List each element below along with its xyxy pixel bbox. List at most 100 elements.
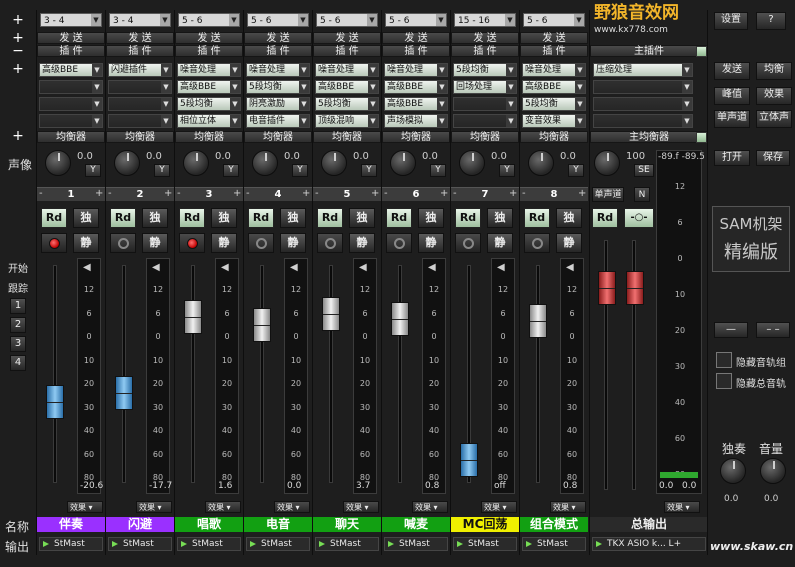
- pan-knob[interactable]: [390, 150, 416, 176]
- pan-knob[interactable]: [252, 150, 278, 176]
- effect-button[interactable]: 效果: [756, 87, 792, 105]
- track-group-button-3[interactable]: 3: [10, 336, 26, 352]
- master-name[interactable]: 总输出: [590, 517, 708, 532]
- pan-knob[interactable]: [528, 150, 554, 176]
- plugin-slot[interactable]: 5段均衡 ▼: [315, 97, 379, 111]
- pan-y-button[interactable]: Y: [430, 164, 446, 177]
- effect-select[interactable]: 效果 ▾: [205, 501, 241, 513]
- channel-name[interactable]: 闪避: [106, 517, 174, 532]
- plugin-slot[interactable]: ▼: [453, 114, 517, 128]
- channel-prev-button[interactable]: -: [315, 188, 319, 199]
- input-routing-select[interactable]: 15 - 16 ▼: [454, 13, 516, 27]
- send-header[interactable]: 发 送: [175, 32, 243, 44]
- output-select[interactable]: StMast: [453, 537, 517, 551]
- send-header[interactable]: 发 送: [382, 32, 450, 44]
- input-routing-select[interactable]: 5 - 6 ▼: [178, 13, 240, 27]
- channel-next-button[interactable]: +: [509, 188, 517, 199]
- eq-header[interactable]: 均衡器: [382, 131, 450, 143]
- channel-next-button[interactable]: +: [95, 188, 103, 199]
- output-select[interactable]: StMast: [108, 537, 172, 551]
- eq-header[interactable]: 均衡器: [175, 131, 243, 143]
- master-link-button[interactable]: -○-: [624, 208, 654, 228]
- record-arm-button[interactable]: [317, 233, 343, 253]
- master-eq-enable[interactable]: [696, 132, 707, 143]
- solo-volume-knob[interactable]: [720, 458, 746, 484]
- master-plugin-slot[interactable]: ▼: [593, 80, 693, 94]
- send-header[interactable]: 发 送: [244, 32, 312, 44]
- pan-y-button[interactable]: Y: [361, 164, 377, 177]
- channel-name[interactable]: 电音: [244, 517, 312, 532]
- plugin-header[interactable]: 插 件: [520, 45, 588, 57]
- master-mono-button[interactable]: 单声道: [592, 187, 624, 202]
- channel-prev-button[interactable]: -: [246, 188, 250, 199]
- eq-header[interactable]: 均衡器: [244, 131, 312, 143]
- plugin-slot[interactable]: 闪避插件 ▼: [108, 63, 172, 77]
- channel-next-button[interactable]: +: [164, 188, 172, 199]
- record-arm-button[interactable]: [179, 233, 205, 253]
- plugin-slot[interactable]: 5段均衡 ▼: [246, 80, 310, 94]
- master-fader-right[interactable]: [626, 271, 644, 305]
- settings-button[interactable]: 设置: [714, 12, 748, 30]
- plugin-slot[interactable]: 电音插件 ▼: [246, 114, 310, 128]
- master-n-button[interactable]: N: [634, 187, 650, 202]
- send-header[interactable]: 发 送: [520, 32, 588, 44]
- eq-header[interactable]: 均衡器: [520, 131, 588, 143]
- record-arm-button[interactable]: [110, 233, 136, 253]
- record-arm-button[interactable]: [524, 233, 550, 253]
- plugin-slot[interactable]: 高级BBE ▼: [384, 97, 448, 111]
- add-row-button[interactable]: +: [0, 13, 36, 27]
- read-button[interactable]: Rd: [455, 208, 481, 228]
- pan-y-button[interactable]: Y: [154, 164, 170, 177]
- plugin-slot[interactable]: 高级BBE ▼: [39, 63, 103, 77]
- plugin-slot[interactable]: ▼: [108, 97, 172, 111]
- input-routing-select[interactable]: 5 - 6 ▼: [247, 13, 309, 27]
- volume-fader[interactable]: [46, 385, 64, 419]
- master-plugin-slot[interactable]: ▼: [593, 114, 693, 128]
- solo-button[interactable]: 独: [142, 208, 168, 228]
- channel-name[interactable]: 组合模式: [520, 517, 588, 532]
- pan-knob[interactable]: [114, 150, 140, 176]
- read-button[interactable]: Rd: [524, 208, 550, 228]
- plugin-slot[interactable]: 高级BBE ▼: [384, 80, 448, 94]
- read-button[interactable]: Rd: [41, 208, 67, 228]
- pan-y-button[interactable]: Y: [85, 164, 101, 177]
- record-arm-button[interactable]: [248, 233, 274, 253]
- master-output-select[interactable]: TKX ASIO k... L+: [592, 537, 706, 551]
- peak-button[interactable]: 峰值: [714, 87, 750, 105]
- pan-y-button[interactable]: Y: [292, 164, 308, 177]
- minimize-button[interactable]: —: [714, 322, 748, 338]
- plugin-slot[interactable]: ▼: [39, 80, 103, 94]
- plugin-slot[interactable]: 高级BBE ▼: [315, 80, 379, 94]
- plugin-slot[interactable]: 顶级混响 ▼: [315, 114, 379, 128]
- solo-button[interactable]: 独: [280, 208, 306, 228]
- eq-header[interactable]: 均衡器: [106, 131, 174, 143]
- solo-button[interactable]: 独: [556, 208, 582, 228]
- plugin-slot[interactable]: 高级BBE ▼: [177, 80, 241, 94]
- channel-prev-button[interactable]: -: [522, 188, 526, 199]
- plugin-header[interactable]: 插 件: [175, 45, 243, 57]
- output-select[interactable]: StMast: [39, 537, 103, 551]
- volume-fader[interactable]: [253, 308, 271, 342]
- plugin-slot[interactable]: 声场模拟 ▼: [384, 114, 448, 128]
- pan-knob[interactable]: [45, 150, 71, 176]
- volume-fader[interactable]: [184, 300, 202, 334]
- plugin-slot[interactable]: 噪音处理 ▼: [246, 63, 310, 77]
- read-button[interactable]: Rd: [110, 208, 136, 228]
- master-effect-select[interactable]: 效果 ▾: [664, 501, 700, 513]
- plugin-slot[interactable]: ▼: [108, 80, 172, 94]
- eq-header[interactable]: 均衡器: [37, 131, 105, 143]
- mute-button[interactable]: 静: [487, 233, 513, 253]
- plugin-slot[interactable]: ▼: [108, 114, 172, 128]
- solo-button[interactable]: 独: [211, 208, 237, 228]
- plugin-header[interactable]: 插 件: [244, 45, 312, 57]
- plugin-header[interactable]: 插 件: [313, 45, 381, 57]
- channel-next-button[interactable]: +: [371, 188, 379, 199]
- channel-name[interactable]: MC回荡: [451, 517, 519, 532]
- solo-button[interactable]: 独: [349, 208, 375, 228]
- master-volume-knob[interactable]: [760, 458, 786, 484]
- volume-fader[interactable]: [322, 297, 340, 331]
- output-select[interactable]: StMast: [315, 537, 379, 551]
- mute-button[interactable]: 静: [556, 233, 582, 253]
- input-routing-select[interactable]: 5 - 6 ▼: [316, 13, 378, 27]
- plugin-slot[interactable]: 5段均衡 ▼: [522, 97, 586, 111]
